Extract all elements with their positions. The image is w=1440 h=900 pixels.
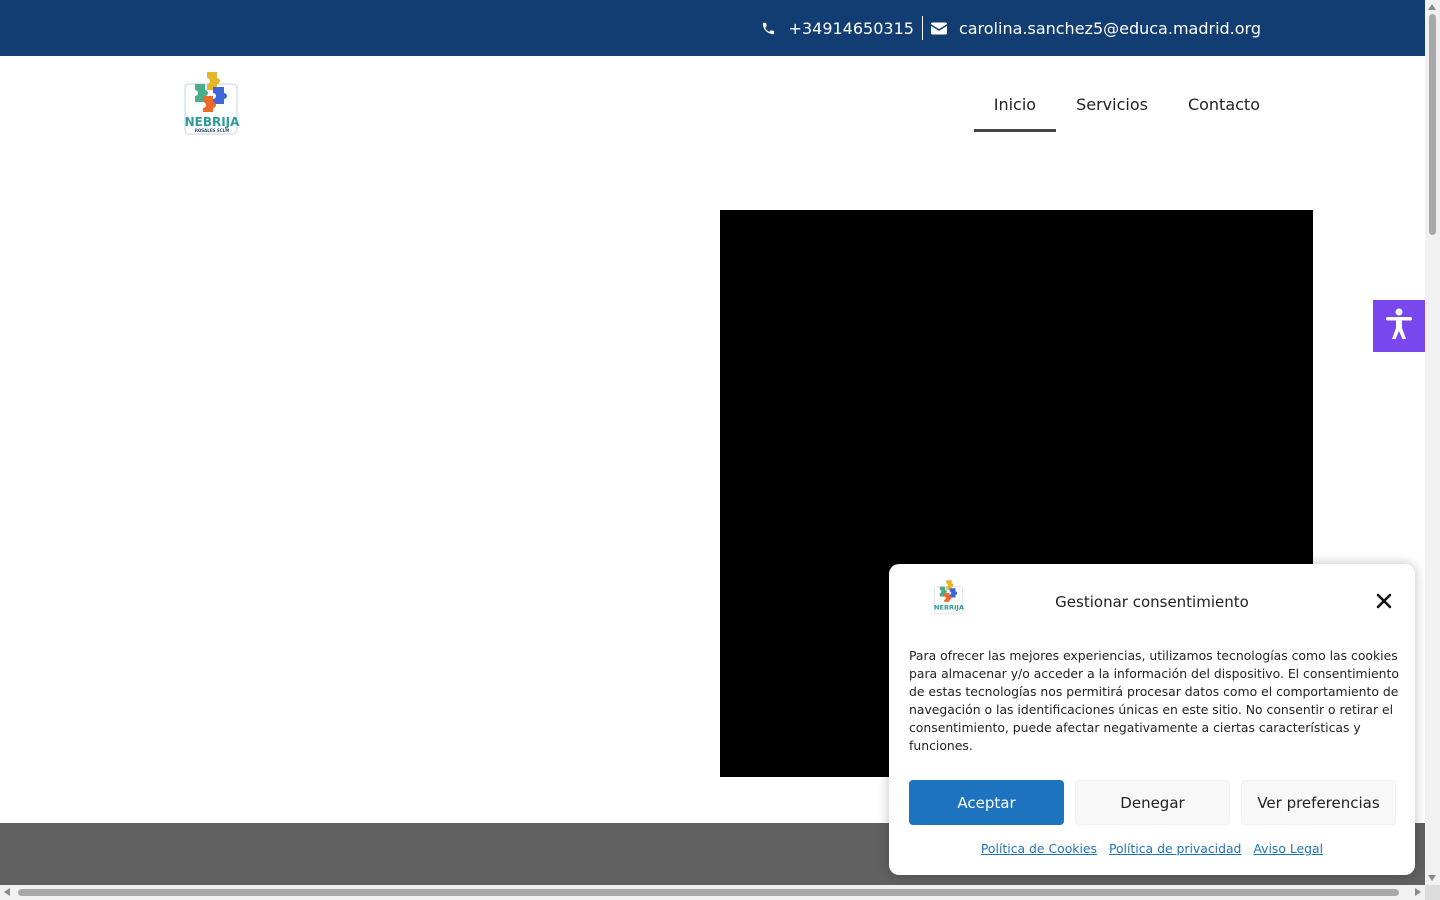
nav-item-contacto[interactable]: Contacto [1168,76,1280,132]
site-logo[interactable]: NEBRIJA ROSALES SCLM [183,70,241,136]
consent-buttons: Aceptar Denegar Ver preferencias [909,780,1407,825]
horizontal-scrollbar[interactable] [0,885,1425,900]
vertical-scroll-thumb[interactable] [1429,14,1436,235]
scroll-left-arrow-icon[interactable] [4,888,10,896]
scroll-right-arrow-icon[interactable] [1415,888,1421,896]
phone-number: +34914650315 [788,18,914,38]
top-contact-bar: +34914650315 carolina.sanchez5@educa.mad… [0,0,1425,56]
main-nav: Inicio Servicios Contacto [973,76,1280,132]
contact-divider [921,16,923,40]
envelope-icon [930,22,947,35]
phone-icon [761,21,776,36]
scroll-down-arrow-icon[interactable] [1428,875,1436,881]
accessibility-button[interactable] [1373,300,1425,352]
scrollbar-corner [1425,885,1440,900]
accept-button[interactable]: Aceptar [909,780,1064,825]
close-button[interactable] [1371,590,1397,616]
privacy-policy-link[interactable]: Política de privacidad [1109,841,1241,856]
horizontal-scroll-thumb[interactable] [18,889,1399,896]
nav-item-inicio[interactable]: Inicio [973,76,1057,132]
cookie-policy-link[interactable]: Política de Cookies [981,841,1097,856]
consent-title: Gestionar consentimiento [1055,593,1249,611]
phone-link[interactable]: +34914650315 [761,19,914,38]
site-header: NEBRIJA ROSALES SCLM Inicio Servicios Co… [0,56,1425,156]
email-link[interactable]: carolina.sanchez5@educa.madrid.org [930,18,1261,38]
accessibility-icon [1384,308,1414,344]
consent-text: Para ofrecer las mejores experiencias, u… [909,648,1399,753]
logo-wordmark: NEBRIJA [185,115,241,129]
cookie-consent-dialog: NEBRIJA Gestionar consentimiento Para of… [889,564,1415,875]
nav-item-servicios[interactable]: Servicios [1056,76,1168,132]
close-icon [1376,593,1392,613]
vertical-scrollbar[interactable] [1425,0,1440,885]
contact-info: +34914650315 carolina.sanchez5@educa.mad… [761,0,1261,56]
scroll-up-arrow-icon[interactable] [1428,4,1436,10]
legal-notice-link[interactable]: Aviso Legal [1253,841,1323,856]
consent-links: Política de Cookies Política de privacid… [889,841,1415,856]
preferences-button[interactable]: Ver preferencias [1241,780,1396,825]
logo-subtext: ROSALES SCLM [195,128,229,133]
deny-button[interactable]: Denegar [1075,780,1230,825]
email-address: carolina.sanchez5@educa.madrid.org [958,18,1261,38]
